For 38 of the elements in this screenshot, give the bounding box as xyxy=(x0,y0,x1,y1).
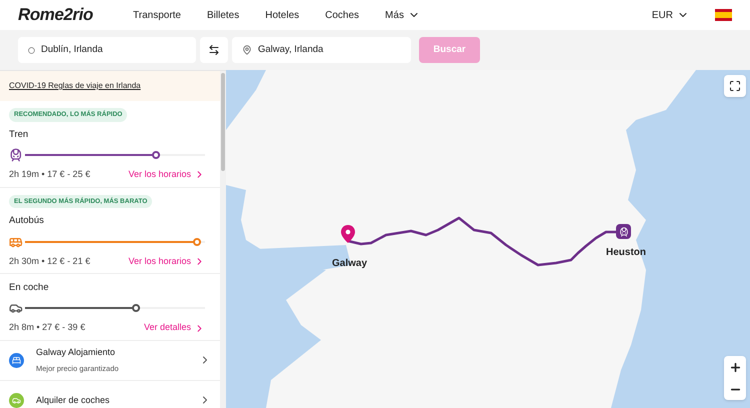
end-point-marker xyxy=(152,151,160,159)
fullscreen-icon xyxy=(729,80,741,92)
nav-link[interactable]: Coches xyxy=(325,8,360,22)
plus-icon xyxy=(728,360,742,374)
route-link[interactable]: Ver los horarios xyxy=(128,168,211,182)
logo[interactable]: Rome2rio xyxy=(18,2,133,28)
route-title: En coche xyxy=(9,281,50,295)
map-pin-icon xyxy=(242,45,252,55)
currency-selector[interactable]: EUR xyxy=(652,8,689,22)
nav-link[interactable]: Billetes xyxy=(206,8,240,22)
offer-title: Galway Alojamiento xyxy=(36,346,116,360)
end-point-marker xyxy=(132,304,140,312)
swap-arrows-icon xyxy=(208,44,220,56)
destination-field[interactable]: Galway, Irlanda xyxy=(232,37,411,63)
train-station-icon[interactable] xyxy=(616,224,631,239)
origin-field[interactable]: Dublín, Irlanda xyxy=(18,37,196,63)
nav-link[interactable]: Más xyxy=(385,8,420,22)
route-summary: 2h 19m • 17 € - 25 € xyxy=(9,168,90,181)
route-title: Autobús xyxy=(9,214,45,228)
swap-button[interactable] xyxy=(200,37,228,63)
circle-icon xyxy=(28,46,35,54)
route-title: Tren xyxy=(9,128,30,142)
offer-title: Alquiler de coches xyxy=(36,394,111,407)
route-link[interactable]: Ver los horarios xyxy=(128,254,211,268)
route-link[interactable]: Ver detalles xyxy=(144,321,211,335)
covid-rules-link[interactable]: COVID-19 Reglas de viaje en Irlanda xyxy=(9,80,141,92)
spain-flag-icon[interactable] xyxy=(715,9,732,21)
route-summary: 2h 8m • 27 € - 39 € xyxy=(9,321,86,334)
location-pin-icon[interactable] xyxy=(341,225,355,243)
scrollbar-thumb[interactable] xyxy=(221,73,225,171)
nav-link[interactable]: Transporte xyxy=(133,8,181,22)
route-summary: 2h 30m • 12 € - 21 € xyxy=(9,254,90,268)
nav-link[interactable]: Hoteles xyxy=(265,8,300,22)
end-point-marker xyxy=(193,238,202,246)
train-icon xyxy=(9,148,23,162)
fullscreen-button[interactable] xyxy=(724,75,746,97)
map-label: Galway xyxy=(332,257,368,271)
map-label: Heuston xyxy=(606,246,646,260)
